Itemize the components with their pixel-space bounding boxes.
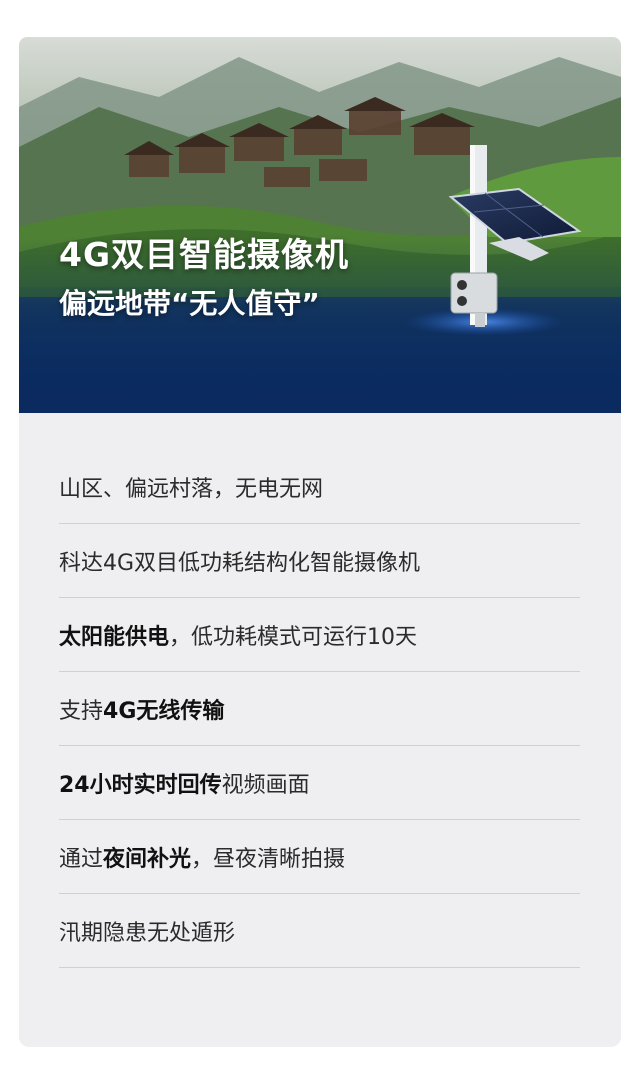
page: 4G双目智能摄像机 偏远地带“无人值守” 山区、偏远村落，无电无网 科达4G双目… xyxy=(0,0,640,1068)
feature-item: 山区、偏远村落，无电无网 xyxy=(59,450,580,524)
feature-text: 支持 xyxy=(59,698,104,724)
hero-title: 4G双目智能摄像机 xyxy=(59,235,350,274)
feature-item: 通过 夜间补光 ，昼夜清晰拍摄 xyxy=(59,820,580,894)
hero-image xyxy=(19,37,621,413)
hero-subtitle: 偏远地带“无人值守” xyxy=(59,287,320,320)
feature-text: 汛期隐患无处遁形 xyxy=(59,920,236,946)
feature-highlight: 夜间补光 xyxy=(103,846,192,872)
feature-list: 山区、偏远村落，无电无网 科达4G双目低功耗结构化智能摄像机 太阳能供电 ，低功耗… xyxy=(59,450,580,968)
feature-item: 支持 4G无线传输 xyxy=(59,672,580,746)
feature-item: 科达4G双目低功耗结构化智能摄像机 xyxy=(59,524,580,598)
feature-highlight: 4G无线传输 xyxy=(103,698,225,724)
feature-item: 汛期隐患无处遁形 xyxy=(59,894,580,968)
feature-text: ，昼夜清晰拍摄 xyxy=(191,846,346,872)
feature-text: 科达4G双目低功耗结构化智能摄像机 xyxy=(59,550,421,576)
feature-text: 山区、偏远村落，无电无网 xyxy=(59,476,324,502)
feature-text: ，低功耗模式可运行10天 xyxy=(169,624,418,650)
hero-banner: 4G双目智能摄像机 偏远地带“无人值守” xyxy=(19,37,621,413)
feature-item: 太阳能供电 ，低功耗模式可运行10天 xyxy=(59,598,580,672)
feature-text: 通过 xyxy=(59,846,104,872)
feature-highlight: 太阳能供电 xyxy=(59,624,170,650)
feature-item: 24小时实时回传 视频画面 xyxy=(59,746,580,820)
feature-text: 视频画面 xyxy=(221,772,310,798)
feature-card: 山区、偏远村落，无电无网 科达4G双目低功耗结构化智能摄像机 太阳能供电 ，低功耗… xyxy=(19,413,621,1047)
feature-highlight: 24小时实时回传 xyxy=(59,772,222,798)
